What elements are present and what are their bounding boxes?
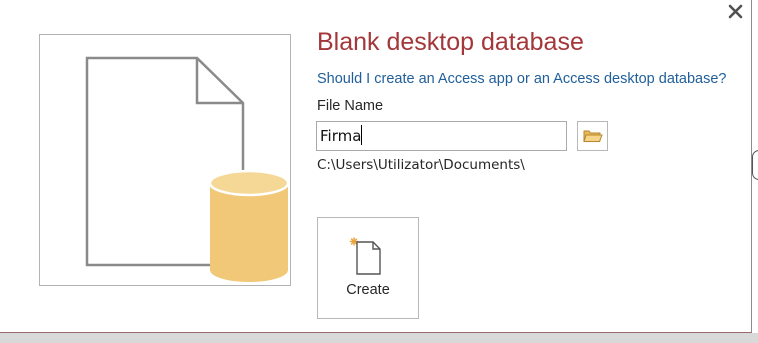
create-label: Create bbox=[346, 282, 390, 298]
database-preview bbox=[39, 34, 291, 286]
create-button[interactable]: Create bbox=[317, 217, 419, 319]
blank-database-icon bbox=[85, 56, 290, 282]
file-location-path: C:\Users\Utilizator\Documents\ bbox=[317, 157, 525, 173]
browse-folder-button[interactable] bbox=[577, 121, 608, 151]
new-file-icon bbox=[349, 237, 381, 275]
dialog-title: Blank desktop database bbox=[317, 28, 584, 56]
app-or-desktop-link[interactable]: Should I create an Access app or an Acce… bbox=[317, 71, 727, 87]
close-button[interactable] bbox=[726, 2, 746, 22]
text-caret bbox=[361, 125, 362, 145]
folder-open-icon bbox=[583, 130, 603, 142]
background-strip bbox=[0, 333, 758, 343]
blank-database-dialog: Blank desktop database Should I create a… bbox=[0, 0, 752, 333]
close-icon bbox=[728, 4, 743, 19]
file-name-label: File Name bbox=[317, 98, 384, 114]
scroll-handle[interactable] bbox=[752, 150, 758, 180]
file-name-input[interactable] bbox=[316, 121, 567, 151]
